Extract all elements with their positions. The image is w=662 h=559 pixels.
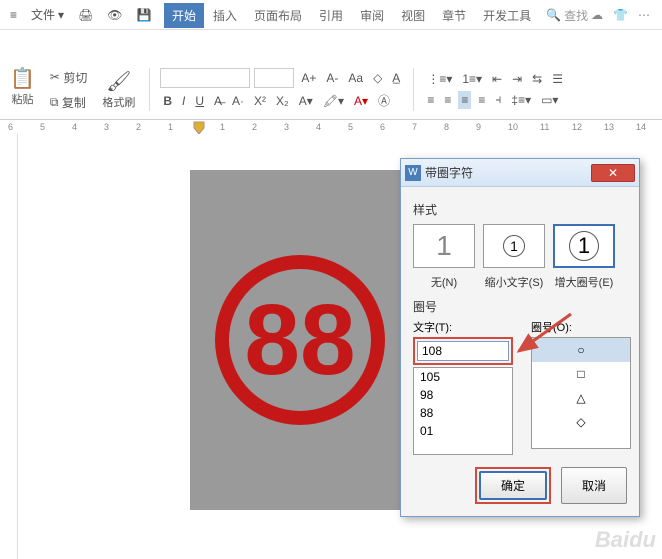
distribute-button[interactable]: ⫞ [492, 90, 504, 109]
tab-review[interactable]: 审阅 [352, 3, 392, 28]
text-field-label: 文字(T): [413, 319, 513, 335]
highlight-button[interactable]: 🖍▾ [320, 92, 347, 110]
text-input[interactable] [417, 341, 509, 361]
tab-chapter[interactable]: 章节 [434, 3, 474, 28]
brush-icon: 🖌 [106, 69, 131, 94]
print-icon[interactable]: 🖨 [72, 5, 99, 25]
font-size-select[interactable] [254, 68, 294, 88]
align-right-button[interactable]: ≡ [458, 91, 471, 109]
bold-button[interactable]: B [160, 92, 175, 110]
change-case-button[interactable]: Aa [345, 69, 366, 87]
search-icon: 🔍 [546, 8, 561, 22]
ok-highlight: 确定 [475, 467, 551, 504]
enclosed-character: 88 [215, 255, 385, 425]
style-section-label: 样式 [413, 201, 627, 218]
dialog-title: 带圈字符 [425, 164, 591, 181]
file-menu[interactable]: 文件 ▾ [25, 3, 70, 26]
preview-icon[interactable]: 👁 [101, 5, 128, 25]
style-shrink[interactable]: 1 [483, 224, 545, 268]
ok-button[interactable]: 确定 [479, 471, 547, 500]
shape-listbox[interactable]: ○ □ △ ◇ [531, 337, 631, 449]
line-spacing-button[interactable]: ‡≡▾ [508, 91, 534, 109]
underline-button[interactable]: U [192, 92, 207, 110]
list-item[interactable]: 88 [414, 404, 512, 422]
style-enlarge-label: 增大圈号(E) [553, 274, 615, 290]
outdent-button[interactable]: ⇤ [489, 70, 505, 88]
tab-view[interactable]: 视图 [393, 3, 433, 28]
copy-button[interactable]: ⧉ 复制 [47, 92, 90, 113]
tab-dev[interactable]: 开发工具 [475, 3, 539, 28]
vertical-ruler [0, 134, 18, 559]
text-listbox[interactable]: 105 98 88 01 [413, 367, 513, 455]
watermark: Baidu [595, 527, 656, 553]
font-color-button[interactable]: A▾ [351, 92, 371, 110]
subscript-button[interactable]: X₂ [273, 92, 292, 110]
tab-insert[interactable]: 插入 [205, 3, 245, 28]
list-item[interactable]: 105 [414, 368, 512, 386]
ring-section-label: 圈号 [413, 298, 627, 315]
shape-square[interactable]: □ [532, 362, 630, 386]
style-enlarge[interactable]: 1 [553, 224, 615, 268]
app-icon: W [405, 165, 421, 181]
menu-icon[interactable]: ≡ [4, 5, 23, 25]
shape-triangle[interactable]: △ [532, 386, 630, 410]
copy-icon: ⧉ [50, 95, 59, 110]
enclose-char-button[interactable]: Ⓐ [375, 90, 393, 111]
clear-format-button[interactable]: ◇ [370, 69, 385, 87]
linespace-button[interactable]: ☰ [549, 70, 566, 88]
save-icon[interactable]: 💾 [131, 5, 158, 25]
tab-ref[interactable]: 引用 [311, 3, 351, 28]
align-left-button[interactable]: ≡ [424, 91, 437, 109]
style-none[interactable]: 1 [413, 224, 475, 268]
search-box[interactable]: 🔍 查找 [546, 7, 588, 24]
italic-button[interactable]: I [179, 92, 188, 110]
style-none-label: 无(N) [413, 274, 475, 290]
emphasis-button[interactable]: A· [229, 92, 247, 110]
font-effects-button[interactable]: A▾ [296, 92, 316, 110]
shape-circle[interactable]: ○ [532, 338, 630, 362]
align-justify-button[interactable]: ≡ [475, 91, 488, 109]
numbering-button[interactable]: 1≡▾ [459, 70, 485, 88]
shape-diamond[interactable]: ◇ [532, 410, 630, 434]
strike-button[interactable]: A̶ [211, 92, 225, 110]
font-family-select[interactable] [160, 68, 250, 88]
cancel-button[interactable]: 取消 [561, 467, 627, 504]
tab-button[interactable]: ⇆ [529, 70, 545, 88]
cloud-icon[interactable]: ☁ [591, 8, 603, 22]
grow-font-button[interactable]: A+ [298, 69, 319, 87]
shrink-font-button[interactable]: A- [323, 69, 341, 87]
search-placeholder: 查找 [564, 7, 588, 24]
paste-button[interactable]: 📋 粘贴 [6, 64, 39, 109]
align-center-button[interactable]: ≡ [441, 91, 454, 109]
char-border-button[interactable]: A̲ [389, 69, 403, 87]
enclosed-text: 88 [244, 290, 355, 390]
format-painter-button[interactable]: 🖌 格式刷 [98, 64, 139, 115]
tab-start[interactable]: 开始 [164, 3, 204, 28]
tab-layout[interactable]: 页面布局 [246, 3, 310, 28]
style-shrink-label: 缩小文字(S) [483, 274, 545, 290]
selection-block: 88 [190, 170, 410, 510]
ring-field-label: 圈号(O): [531, 319, 631, 335]
bullets-button[interactable]: ⋮≡▾ [424, 70, 455, 88]
cut-button[interactable]: ✂ 剪切 [47, 67, 90, 88]
scissors-icon: ✂ [50, 70, 60, 84]
list-item[interactable]: 98 [414, 386, 512, 404]
enclose-char-dialog: W 带圈字符 ✕ 样式 1 1 1 无(N) 缩小文字(S) 增大圈号(E) 圈… [400, 158, 640, 517]
superscript-button[interactable]: X² [251, 92, 269, 110]
shading-button[interactable]: ▭▾ [538, 91, 561, 109]
clipboard-icon: 📋 [10, 66, 35, 91]
skin-icon[interactable]: 👕 [613, 8, 628, 22]
more-icon[interactable]: ⋯ [638, 8, 650, 22]
close-button[interactable]: ✕ [591, 164, 635, 182]
list-item[interactable]: 01 [414, 422, 512, 440]
indent-button[interactable]: ⇥ [509, 70, 525, 88]
text-input-highlight [413, 337, 513, 365]
